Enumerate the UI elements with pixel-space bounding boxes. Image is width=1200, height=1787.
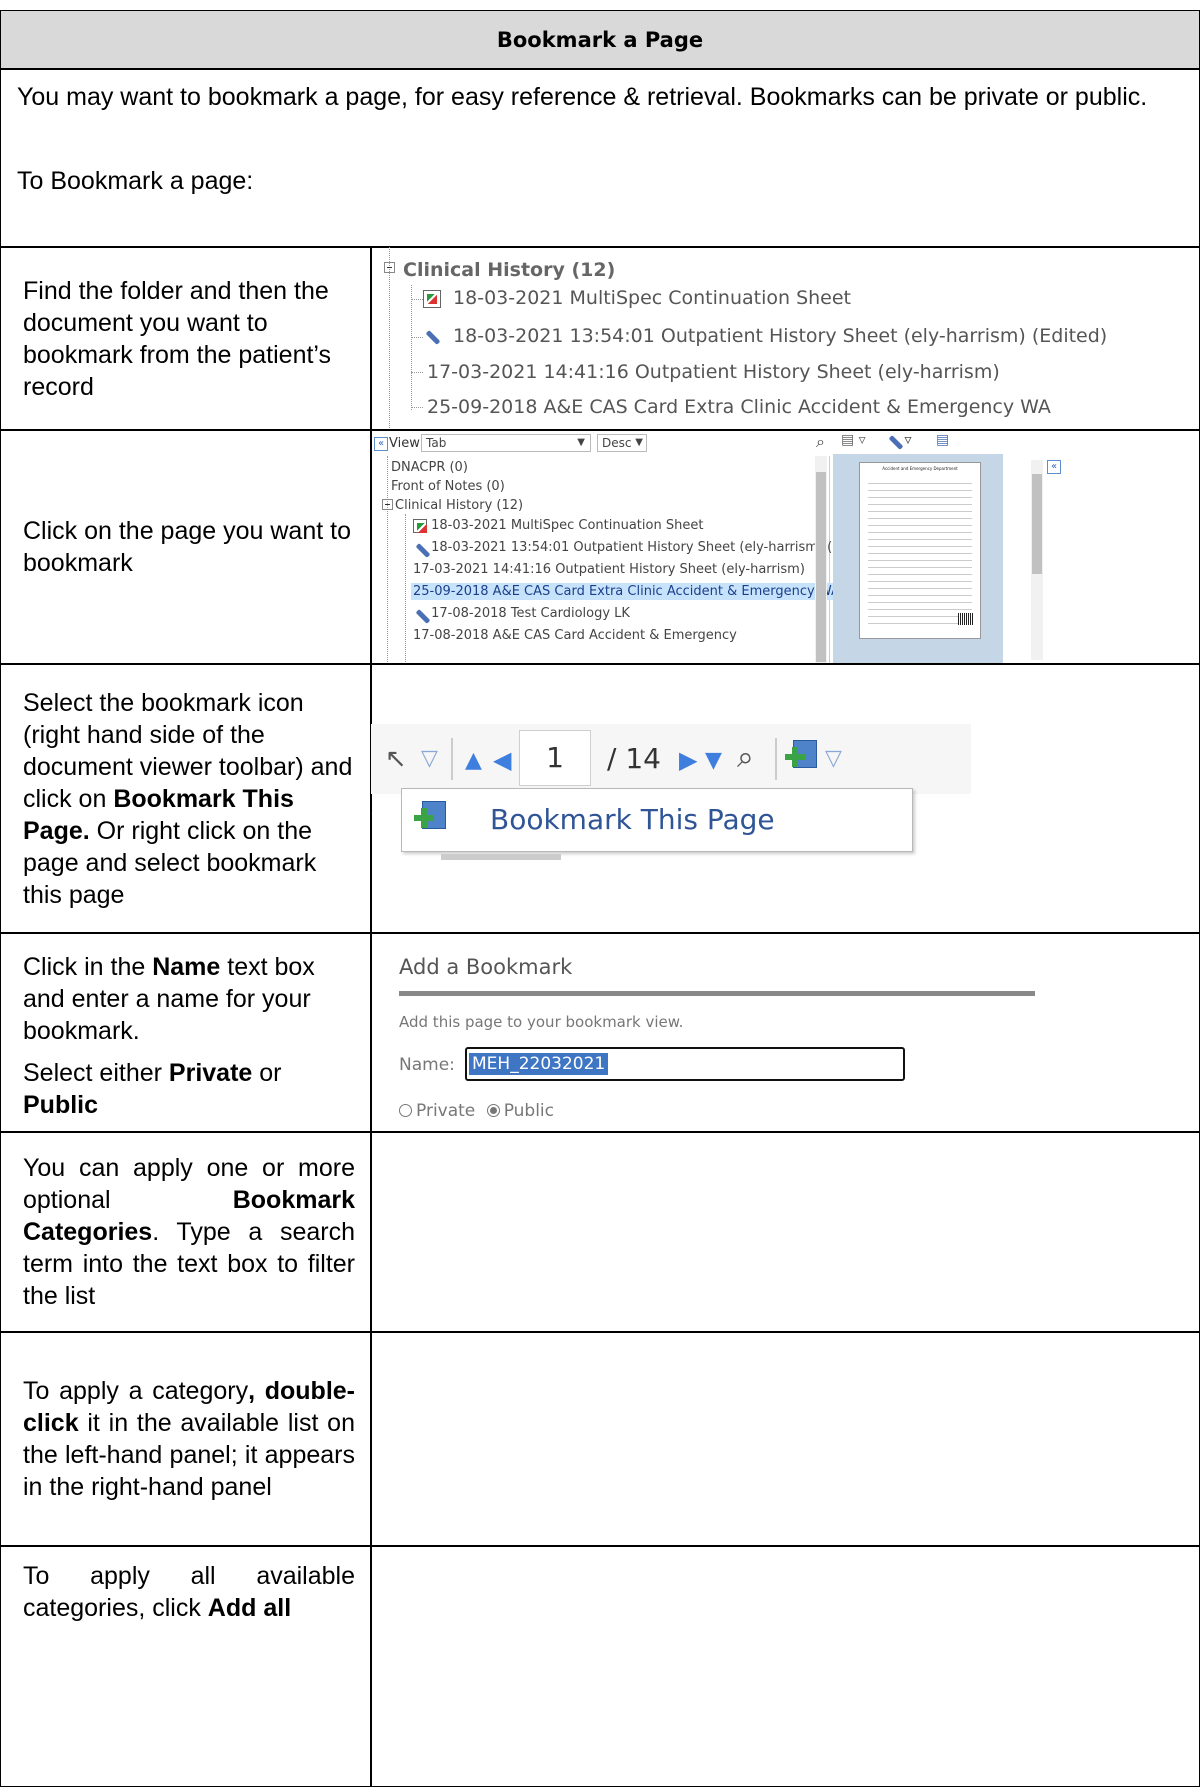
tree-item[interactable]: 17-08-2018 Test Cardiology LK (413, 606, 630, 621)
name-label: Name: (399, 1055, 455, 1075)
step-2-text: Click on the page you want to bookmark (0, 429, 372, 665)
page-icon[interactable]: ▤ ▿ (841, 432, 866, 448)
public-radio[interactable]: Public (486, 1101, 554, 1121)
step-5-screenshot (370, 1131, 1200, 1333)
folder-clinical-history[interactable]: Clinical History (12) (403, 259, 615, 281)
bookmark-this-page-item[interactable]: Bookmark This Page (490, 803, 775, 836)
view-select[interactable]: Tab ▼ (421, 434, 591, 452)
tree-item[interactable]: 18-03-2021 13:54:01 Outpatient History S… (413, 540, 879, 555)
intro-cell: You may want to bookmark a page, for eas… (0, 68, 1200, 248)
step-7-text: To apply all available categories, click… (0, 1545, 372, 1787)
collapse-icon[interactable] (382, 499, 393, 510)
step-7-instruction: To apply all available categories, click… (23, 1562, 355, 1622)
step-4-screenshot: Add a Bookmark Add this page to your boo… (370, 932, 1200, 1133)
preview-scrollbar[interactable] (1031, 460, 1043, 660)
name-field[interactable]: MEH_22032021 (465, 1047, 905, 1081)
chevron-down-icon: ▼ (577, 437, 585, 448)
tree-item[interactable]: 17-03-2021 14:41:16 Outpatient History S… (413, 562, 805, 577)
collapse-panel-icon[interactable]: « (1047, 460, 1061, 474)
table-header: Bookmark a Page (0, 10, 1200, 70)
multispec-doc-icon (423, 289, 441, 308)
scrollbar[interactable] (815, 456, 827, 664)
private-radio[interactable]: Private (399, 1101, 475, 1121)
pointer-icon[interactable]: ↖ (385, 744, 407, 774)
last-page-icon[interactable]: ▼ (705, 748, 722, 773)
step-4-text: Click in the Name text box and enter a n… (0, 932, 372, 1133)
step-1-text: Find the folder and then the document yo… (0, 246, 372, 431)
step-2-instruction: Click on the page you want to bookmark (23, 517, 351, 577)
next-page-icon[interactable]: ▶ (679, 746, 697, 774)
chevron-down-icon[interactable]: ▽ (421, 746, 438, 771)
step-3-screenshot: ↖ ▽ ▲ ◀ 1 / 14 ▶ ▼ ⌕ ▽ , (370, 663, 1200, 934)
bookmark-icon[interactable] (785, 740, 819, 774)
chevron-down-icon[interactable]: ▽ (825, 746, 842, 771)
view-label: View (389, 436, 420, 451)
visibility-options: Private Public (399, 1101, 554, 1121)
previous-page-icon[interactable]: ◀ (493, 746, 511, 774)
radio-selected-icon (486, 1104, 500, 1117)
bookmark-menu: Bookmark This Page (401, 788, 913, 852)
folder-item[interactable]: Front of Notes (0) (391, 479, 505, 494)
step-4-instruction-b: Select either Private or Public (23, 1059, 282, 1119)
edited-pen-icon (413, 541, 427, 555)
tree-item[interactable]: 18-03-2021 MultiSpec Continuation Sheet (413, 518, 703, 533)
step-6-text: To apply a category, double-click it in … (0, 1331, 372, 1547)
first-page-icon[interactable]: ▲ (465, 748, 482, 773)
folder-item[interactable]: DNACPR (0) (391, 460, 468, 475)
edited-pen-icon (413, 607, 427, 621)
tree-item[interactable]: 17-03-2021 14:41:16 Outpatient History S… (427, 361, 1000, 383)
multispec-doc-icon (413, 518, 427, 533)
page-title: Bookmark a Page (496, 28, 704, 52)
form-subtitle: Add this page to your bookmark view. (399, 1013, 684, 1031)
step-4-instruction: Click in the Name text box and enter a n… (23, 953, 315, 1045)
page-number-input[interactable]: 1 (519, 730, 591, 786)
step-6-instruction: To apply a category, double-click it in … (23, 1377, 356, 1501)
page-total: / 14 (607, 742, 661, 775)
name-field-value: MEH_22032021 (469, 1053, 609, 1075)
step-6-screenshot (370, 1331, 1200, 1547)
intro-text: You may want to bookmark a page, for eas… (17, 83, 1148, 111)
step-3-instruction: Select the bookmark icon (right hand sid… (23, 688, 353, 909)
intro-heading: To Bookmark a page: (17, 167, 254, 195)
search-icon[interactable]: ⌕ (737, 740, 754, 775)
radio-empty-icon (399, 1104, 412, 1117)
collapse-icon[interactable] (384, 262, 395, 273)
bookmark-icon (414, 801, 448, 835)
step-2-screenshot: « View Tab ▼ Desc ▼ ⌕ DNACPR (0) Front o… (370, 429, 1200, 665)
chevron-down-icon: ▼ (635, 437, 643, 448)
list-icon[interactable]: ▤ (936, 432, 949, 448)
sort-select[interactable]: Desc ▼ (597, 434, 647, 452)
folder-item[interactable]: Clinical History (12) (395, 498, 523, 513)
step-3-text: Select the bookmark icon (right hand sid… (0, 663, 372, 934)
collapse-panel-icon[interactable]: « (374, 437, 388, 451)
tree-item-selected[interactable]: 25-09-2018 A&E CAS Card Extra Clinic Acc… (411, 583, 842, 600)
tree-item[interactable]: 25-09-2018 A&E CAS Card Extra Clinic Acc… (427, 396, 1051, 418)
step-5-text: You can apply one or more optional Bookm… (0, 1131, 372, 1333)
tree-item[interactable]: 18-03-2021 13:54:01 Outpatient History S… (423, 325, 1107, 347)
preview-heading: Accident and Emergency Department (882, 466, 958, 471)
edited-pen-icon (423, 328, 441, 346)
step-5-instruction: You can apply one or more optional Bookm… (23, 1154, 355, 1310)
step-1-instruction: Find the folder and then the document yo… (23, 276, 332, 401)
page-preview[interactable]: Accident and Emergency Department (833, 454, 1003, 664)
step-7-screenshot (370, 1545, 1200, 1787)
tree-item[interactable]: 18-03-2021 MultiSpec Continuation Sheet (423, 287, 851, 309)
search-icon[interactable]: ⌕ (816, 432, 825, 452)
barcode (958, 613, 974, 625)
step-1-screenshot: Clinical History (12) 18-03-2021 MultiSp… (370, 246, 1200, 431)
tree-item[interactable]: 17-08-2018 A&E CAS Card Accident & Emerg… (413, 628, 737, 643)
document-tree: DNACPR (0) Front of Notes (0) Clinical H… (377, 456, 879, 664)
heading-divider (399, 991, 1035, 996)
form-heading: Add a Bookmark (399, 955, 573, 979)
annotate-icon[interactable]: ▿ (886, 432, 911, 448)
